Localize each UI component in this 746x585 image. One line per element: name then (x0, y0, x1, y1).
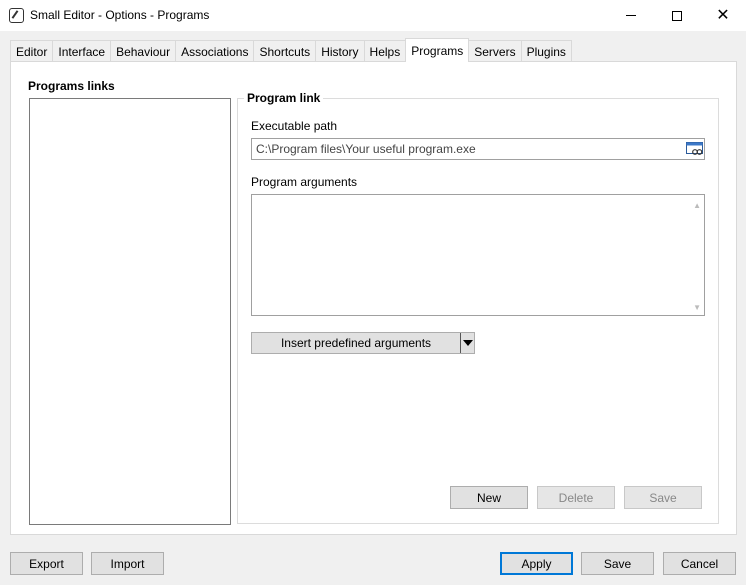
program-arguments-label: Program arguments (251, 175, 358, 189)
programs-links-title: Programs links (28, 79, 115, 93)
close-icon: ✕ (716, 6, 730, 24)
tab-programs[interactable]: Programs (405, 38, 470, 62)
save-link-button[interactable]: Save (624, 486, 702, 509)
apply-button[interactable]: Apply (500, 552, 573, 575)
tab-behaviour[interactable]: Behaviour (110, 40, 177, 62)
delete-button[interactable]: Delete (537, 486, 615, 509)
tab-strip: Editor Interface Behaviour Associations … (10, 38, 572, 62)
tab-plugins[interactable]: Plugins (520, 40, 572, 62)
executable-path-label: Executable path (251, 119, 338, 133)
tab-helps[interactable]: Helps (363, 40, 407, 62)
tab-shortcuts[interactable]: Shortcuts (253, 40, 317, 62)
tab-servers[interactable]: Servers (468, 40, 522, 62)
tab-history[interactable]: History (315, 40, 365, 62)
insert-predefined-arguments-button[interactable]: Insert predefined arguments (251, 332, 475, 354)
browse-icon[interactable] (686, 142, 703, 156)
program-arguments-textarea[interactable]: ▲ ▼ (251, 194, 705, 316)
maximize-button[interactable] (654, 0, 700, 31)
cancel-button[interactable]: Cancel (663, 552, 736, 575)
save-button[interactable]: Save (581, 552, 654, 575)
scroll-up-arrow-icon[interactable]: ▲ (693, 201, 701, 210)
tab-editor[interactable]: Editor (10, 40, 54, 62)
chevron-down-icon (462, 340, 473, 346)
app-icon (9, 8, 24, 23)
minimize-icon (626, 15, 636, 16)
program-link-title: Program link (244, 91, 324, 105)
insert-predefined-arguments-label: Insert predefined arguments (280, 336, 432, 350)
tab-associations[interactable]: Associations (175, 40, 255, 62)
window-title: Small Editor - Options - Programs (30, 8, 210, 22)
import-button[interactable]: Import (91, 552, 164, 575)
minimize-button[interactable] (608, 0, 654, 31)
executable-path-input[interactable]: C:\Program files\Your useful program.exe (251, 138, 705, 160)
scroll-down-arrow-icon[interactable]: ▼ (693, 303, 701, 312)
close-button[interactable]: ✕ (700, 0, 746, 31)
programs-panel: Programs links Program link Executable p… (10, 61, 737, 535)
new-button[interactable]: New (450, 486, 528, 509)
export-button[interactable]: Export (10, 552, 83, 575)
maximize-icon (672, 10, 682, 21)
tab-interface[interactable]: Interface (52, 40, 112, 62)
title-bar: Small Editor - Options - Programs ✕ (0, 0, 746, 31)
programs-links-list[interactable] (29, 98, 231, 525)
insert-dropdown-toggle[interactable] (460, 333, 474, 353)
